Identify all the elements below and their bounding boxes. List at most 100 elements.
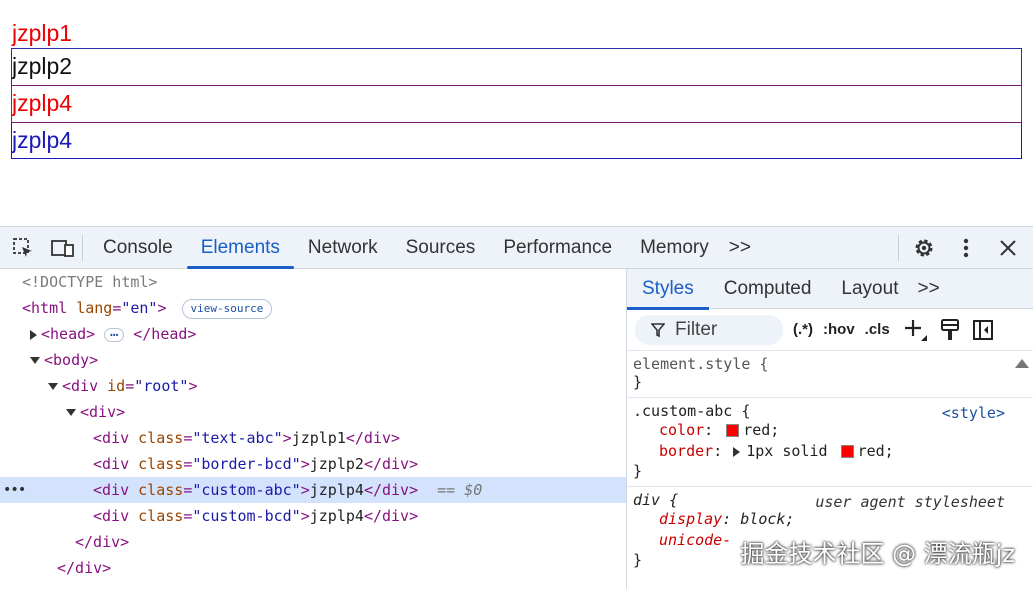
class-attr: class bbox=[138, 481, 184, 499]
collapse-wrapper-icon[interactable] bbox=[66, 409, 76, 416]
filter-input[interactable]: Filter bbox=[635, 314, 783, 345]
add-rule-icon[interactable] bbox=[902, 317, 928, 343]
dom-root-close[interactable]: </div> bbox=[0, 555, 626, 581]
devtools-panel: Console Elements Network Sources Perform… bbox=[0, 226, 1033, 589]
child-open-gt: > bbox=[300, 481, 310, 499]
elements-tree: <!DOCTYPE html> <html lang="en"> view-so… bbox=[0, 269, 627, 589]
class-attr: class bbox=[138, 455, 184, 473]
dom-head[interactable]: <head> … </head> bbox=[0, 321, 626, 347]
class-value: "custom-abc" bbox=[192, 481, 301, 499]
tab-network[interactable]: Network bbox=[294, 227, 392, 268]
head-close-tag: </head> bbox=[133, 325, 197, 343]
custom-bcd-line: jzplp4 bbox=[11, 122, 1022, 159]
dom-child-text-abc[interactable]: <div class="text-abc">jzplp1</div> bbox=[0, 425, 626, 451]
gear-icon[interactable] bbox=[911, 235, 937, 261]
inspect-element-icon[interactable] bbox=[10, 235, 36, 261]
child-close-tag: </div> bbox=[363, 455, 419, 473]
row-actions-dots[interactable]: ••• bbox=[3, 477, 26, 503]
view-source-button[interactable]: view-source bbox=[181, 298, 273, 319]
dom-doctype[interactable]: <!DOCTYPE html> bbox=[0, 269, 626, 295]
dom-body[interactable]: <body> bbox=[0, 347, 626, 373]
device-toolbar-icon[interactable] bbox=[50, 235, 76, 261]
expand-border-icon[interactable] bbox=[733, 446, 741, 457]
dom-child-custom-abc-selected[interactable]: ••• <div class="custom-abc">jzplp4</div>… bbox=[0, 477, 626, 503]
border-bcd-line: jzplp2 bbox=[11, 48, 1022, 85]
close-icon[interactable] bbox=[995, 235, 1021, 261]
styles-subtabs: Styles Computed Layout >> bbox=[627, 269, 1033, 310]
dom-child-border-bcd[interactable]: <div class="border-bcd">jzplp2</div> bbox=[0, 451, 626, 477]
class-value: "custom-bcd" bbox=[192, 507, 301, 525]
element-style-selector: element.style { bbox=[633, 355, 769, 373]
dom-div-root[interactable]: <div id="root"> bbox=[0, 373, 626, 399]
dom-child-custom-bcd[interactable]: <div class="custom-bcd">jzplp4</div> bbox=[0, 503, 626, 529]
border-color-value: red; bbox=[857, 442, 894, 460]
regex-toggle[interactable]: (.*) bbox=[793, 321, 813, 338]
subtab-computed[interactable]: Computed bbox=[709, 269, 827, 309]
root-close-tag: </div> bbox=[57, 559, 112, 577]
dom-wrapper-close[interactable]: </div> bbox=[0, 529, 626, 555]
doctype-text: <!DOCTYPE html> bbox=[22, 273, 158, 291]
display-declaration: display: block; bbox=[659, 510, 795, 528]
display-property: display bbox=[659, 510, 723, 528]
rule-close-brace: } bbox=[633, 462, 643, 480]
collapsed-content-ellipsis[interactable]: … bbox=[104, 325, 125, 342]
child-open-tag: <div bbox=[93, 455, 130, 473]
child-close-tag: </div> bbox=[363, 481, 419, 499]
hov-toggle[interactable]: :hov bbox=[823, 321, 855, 338]
html-lang-attr: lang bbox=[76, 299, 113, 317]
dom-html[interactable]: <html lang="en"> view-source bbox=[0, 295, 626, 321]
dom-div-wrapper[interactable]: <div> bbox=[0, 399, 626, 425]
tab-memory[interactable]: Memory bbox=[626, 227, 723, 268]
cls-toggle[interactable]: .cls bbox=[865, 321, 890, 338]
tabbar-separator-right bbox=[898, 234, 899, 261]
rule-close-brace: } bbox=[633, 373, 643, 391]
html-lang-value: "en" bbox=[121, 299, 158, 317]
element-style-rule[interactable]: element.style { } bbox=[627, 351, 1033, 398]
root-id-attr: id bbox=[107, 377, 126, 395]
tab-sources[interactable]: Sources bbox=[392, 227, 490, 268]
border-color-swatch[interactable] bbox=[840, 445, 854, 458]
html-open-tag: <html bbox=[22, 299, 68, 317]
tab-console[interactable]: Console bbox=[89, 227, 187, 268]
child-open-gt: > bbox=[300, 507, 310, 525]
border-width-style: 1px solid bbox=[746, 442, 828, 460]
border-declaration[interactable]: border: 1px solid red; bbox=[633, 441, 1027, 462]
paint-brush-icon[interactable] bbox=[940, 318, 960, 342]
kebab-menu-icon[interactable] bbox=[953, 235, 979, 261]
style-source-link[interactable]: <style> bbox=[942, 404, 1005, 422]
child-text: jzplp4 bbox=[309, 507, 364, 525]
class-value: "border-bcd" bbox=[192, 455, 301, 473]
tab-performance[interactable]: Performance bbox=[489, 227, 626, 268]
watermark: 掘金技术社区 @ 漂流瓶jz bbox=[740, 540, 1015, 568]
styles-sidebar: Styles Computed Layout >> Filter (.*) :h… bbox=[627, 269, 1033, 589]
collapse-body-icon[interactable] bbox=[30, 357, 40, 364]
class-value: "text-abc" bbox=[192, 429, 283, 447]
subtab-styles[interactable]: Styles bbox=[627, 269, 709, 310]
child-open-tag: <div bbox=[93, 481, 130, 499]
tab-elements[interactable]: Elements bbox=[186, 227, 295, 269]
collapse-root-icon[interactable] bbox=[48, 383, 58, 390]
expand-head-icon[interactable] bbox=[30, 329, 37, 340]
toggle-sidebar-icon[interactable] bbox=[972, 319, 994, 341]
root-open-tag: <div bbox=[62, 377, 99, 395]
more-subtabs-button[interactable]: >> bbox=[913, 269, 943, 309]
custom-abc-rule[interactable]: .custom-abc { <style> color: red; border… bbox=[627, 398, 1033, 487]
page-preview: jzplp1 jzplp2 jzplp4 jzplp4 bbox=[11, 18, 1022, 159]
color-value: red; bbox=[743, 421, 780, 439]
color-declaration[interactable]: color: red; bbox=[633, 420, 1027, 441]
subtab-layout[interactable]: Layout bbox=[826, 269, 913, 309]
ua-stylesheet-label: user agent stylesheet bbox=[815, 493, 1005, 511]
custom-abc-line: jzplp4 bbox=[11, 85, 1022, 122]
child-open-gt: > bbox=[300, 455, 310, 473]
styles-toolbar: Filter (.*) :hov .cls bbox=[627, 309, 1033, 351]
tabbar-separator bbox=[82, 234, 83, 261]
html-open-gt: > bbox=[157, 299, 167, 317]
filter-icon bbox=[651, 322, 665, 337]
root-id-value: "root" bbox=[134, 377, 189, 395]
class-attr: class bbox=[138, 507, 184, 525]
more-tabs-button[interactable]: >> bbox=[723, 227, 757, 268]
scroll-up-arrow-icon[interactable] bbox=[1015, 359, 1029, 368]
text-abc-line: jzplp1 bbox=[12, 20, 73, 46]
red-color-swatch[interactable] bbox=[726, 424, 740, 437]
child-close-tag: </div> bbox=[345, 429, 401, 447]
